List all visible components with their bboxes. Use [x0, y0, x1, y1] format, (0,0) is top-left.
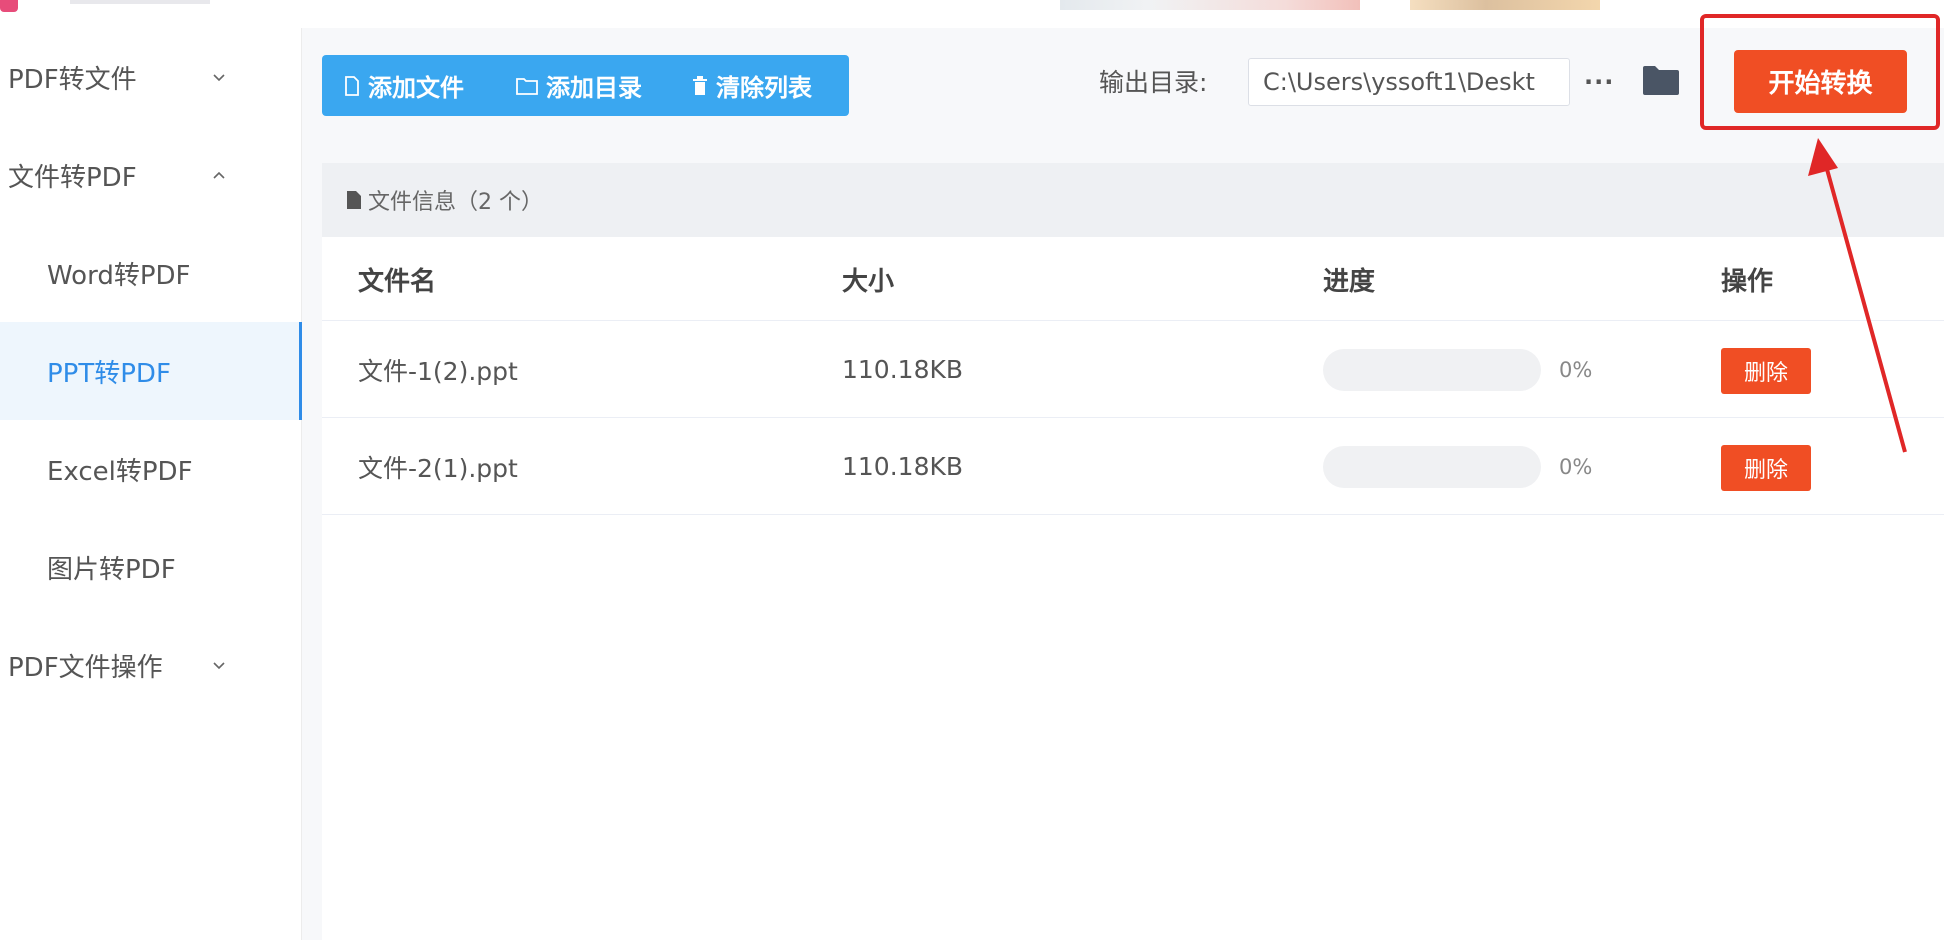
output-dir-input[interactable]: [1248, 58, 1570, 106]
file-icon: [345, 75, 359, 96]
sidebar-item-label: PPT转PDF: [47, 358, 171, 389]
sidebar-item-label: Excel转PDF: [47, 456, 193, 487]
column-header-action: 操作: [1721, 266, 1774, 297]
table-header-row: 文件名 大小 进度 操作: [322, 237, 1944, 321]
chevron-down-icon: [212, 28, 226, 126]
chevron-down-icon: [212, 616, 226, 714]
blurred-banner-left: [1060, 0, 1360, 10]
delete-button[interactable]: 删除: [1721, 348, 1811, 394]
progress-percent: 0%: [1559, 454, 1593, 479]
main-panel: 添加文件 添加目录 清除列表 输出目录: ··· 开始转换: [302, 14, 1944, 940]
file-info-title: 文件信息（2 个）: [368, 190, 543, 215]
app-name-blurred: [70, 0, 210, 4]
progress-bar: [1323, 349, 1541, 391]
blurred-banner-right: [1410, 0, 1600, 10]
clear-list-label: 清除列表: [716, 74, 812, 102]
file-size-cell: 110.18KB: [842, 452, 964, 481]
sidebar-item-word-to-pdf[interactable]: Word转PDF: [0, 224, 300, 322]
sidebar: PDF转文件 文件转PDF Word转PDF PPT转PDF Excel转PDF…: [0, 28, 302, 940]
sidebar-item-label: Word转PDF: [47, 260, 191, 291]
add-file-label: 添加文件: [368, 74, 464, 102]
column-header-name: 文件名: [358, 266, 437, 297]
sidebar-item-label: PDF转文件: [8, 64, 137, 95]
chevron-up-icon: [212, 126, 226, 224]
more-options-button[interactable]: ···: [1584, 58, 1614, 106]
sidebar-item-file-to-pdf[interactable]: 文件转PDF: [0, 126, 300, 224]
file-name-cell: 文件-1(2).ppt: [358, 356, 518, 386]
sidebar-item-ppt-to-pdf[interactable]: PPT转PDF: [0, 322, 302, 420]
add-directory-label: 添加目录: [546, 74, 642, 102]
top-strip: [0, 0, 1944, 14]
delete-button[interactable]: 删除: [1721, 445, 1811, 491]
sidebar-item-label: PDF文件操作: [8, 652, 163, 683]
table-row: 文件-1(2).ppt 110.18KB 0% 删除: [322, 321, 1944, 418]
start-conversion-button[interactable]: 开始转换: [1734, 50, 1907, 113]
toolbar-button-group: 添加文件 添加目录 清除列表: [322, 55, 849, 116]
file-size-cell: 110.18KB: [842, 355, 964, 384]
file-table: 文件信息（2 个） 文件名 大小 进度 操作 文件-1(2).ppt 110.1…: [322, 163, 1944, 940]
app-logo: [0, 0, 18, 12]
folder-outline-icon: [516, 77, 538, 95]
document-icon: [347, 191, 361, 209]
sidebar-item-pdf-to-file[interactable]: PDF转文件: [0, 28, 300, 126]
sidebar-item-label: 图片转PDF: [47, 554, 176, 585]
add-directory-button[interactable]: 添加目录: [516, 55, 642, 116]
trash-icon: [693, 75, 707, 95]
sidebar-item-excel-to-pdf[interactable]: Excel转PDF: [0, 420, 300, 518]
column-header-size: 大小: [842, 266, 895, 297]
column-header-progress: 进度: [1323, 266, 1376, 297]
file-name-cell: 文件-2(1).ppt: [358, 453, 518, 483]
table-row: 文件-2(1).ppt 110.18KB 0% 删除: [322, 418, 1944, 515]
progress-bar: [1323, 446, 1541, 488]
output-dir-label: 输出目录:: [1099, 68, 1208, 97]
sidebar-item-pdf-operations[interactable]: PDF文件操作: [0, 616, 300, 714]
add-file-button[interactable]: 添加文件: [344, 55, 464, 116]
sidebar-item-image-to-pdf[interactable]: 图片转PDF: [0, 518, 300, 616]
clear-list-button[interactable]: 清除列表: [692, 55, 812, 116]
file-info-header: 文件信息（2 个）: [322, 163, 1944, 237]
open-folder-icon[interactable]: [1642, 64, 1680, 100]
progress-percent: 0%: [1559, 357, 1593, 382]
sidebar-item-label: 文件转PDF: [8, 162, 137, 193]
